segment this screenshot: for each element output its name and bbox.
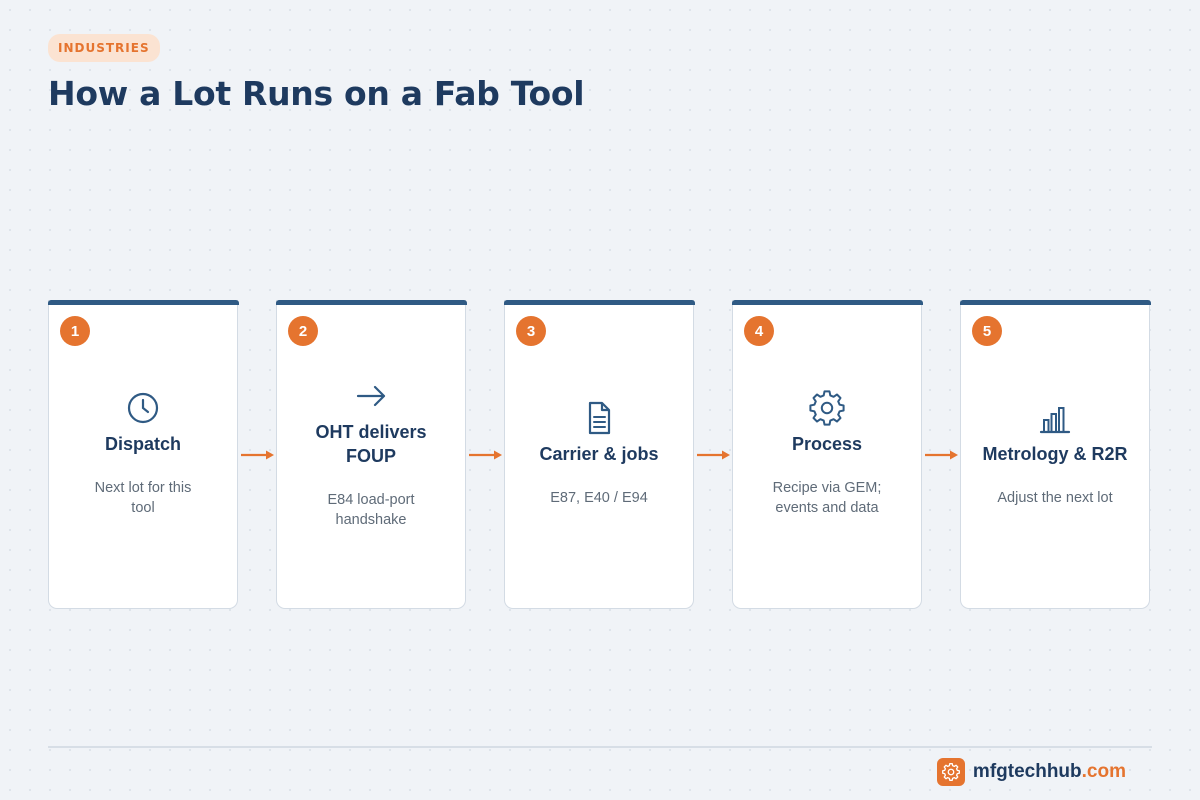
brand-logo <box>936 758 965 786</box>
brand-link[interactable]: mfgtechhub.com <box>936 758 1126 786</box>
bar-chart-icon <box>1039 407 1071 434</box>
section-tag: INDUSTRIES <box>48 34 160 62</box>
step-title: Metrology & R2R <box>982 444 1128 464</box>
flow-arrow <box>925 450 958 460</box>
step-description: Recipe via GEM; events and data <box>772 480 882 516</box>
gear-icon <box>941 763 960 781</box>
footer-divider <box>48 746 1152 748</box>
brand-tld: .com <box>1081 761 1126 782</box>
step-title: Carrier & jobs <box>539 444 659 464</box>
step-title: Process <box>791 434 863 454</box>
step-description: Adjust the next lot <box>997 490 1113 506</box>
step-title: OHT delivers FOUP <box>315 422 427 466</box>
brand-name-main: mfgtechhub <box>972 761 1082 782</box>
step-card-dispatch: 1 Dispatch Next lot for this tool <box>47 300 239 609</box>
gear-icon <box>809 390 845 426</box>
step-description: E87, E40 / E94 <box>550 490 648 506</box>
step-description: E84 load-port handshake <box>327 492 415 528</box>
step-card-process: 4 Process Recipe via GEM; events and dat… <box>731 300 923 609</box>
clock-icon <box>127 392 159 424</box>
flow-arrow <box>241 450 274 460</box>
arrow-right-icon <box>356 385 386 407</box>
step-card-oht-delivers-foup: 2 OHT delivers FOUP E84 load-port handsh… <box>275 300 467 609</box>
step-title: Dispatch <box>104 434 182 454</box>
document-icon <box>588 401 611 435</box>
page-title: How a Lot Runs on a Fab Tool <box>48 74 585 113</box>
brand-name: mfgtechhub.com <box>973 761 1126 783</box>
flow-arrow <box>469 450 502 460</box>
flow-arrow <box>697 450 730 460</box>
step-card-metrology-and-r2r: 5 Metrology & R2R Adjust the next lot <box>959 300 1151 609</box>
step-card-carrier-and-jobs: 3 Carrier & jobs E87, E40 / E94 <box>503 300 695 609</box>
step-description: Next lot for this tool <box>94 480 192 516</box>
